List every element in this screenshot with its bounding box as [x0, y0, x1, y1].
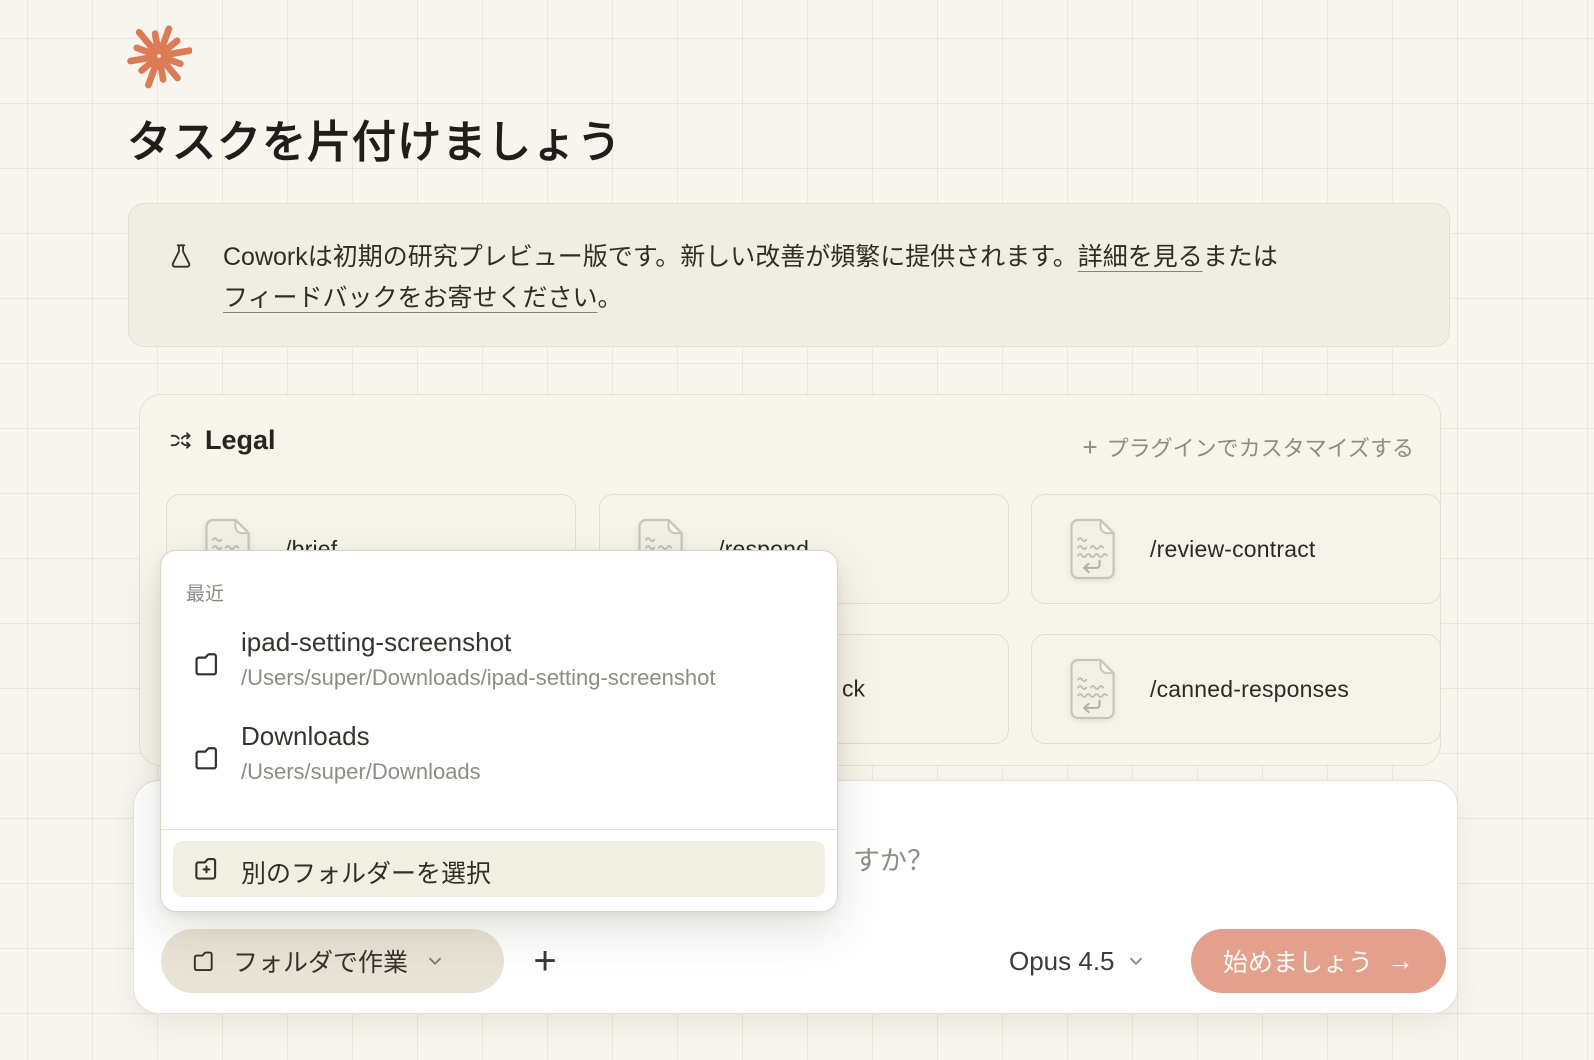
plus-icon: + [533, 939, 556, 984]
model-selector[interactable]: Opus 4.5 [1009, 929, 1147, 993]
workspace-title: Legal [205, 425, 276, 456]
command-label: /canned-responses [1150, 676, 1349, 703]
folder-path: /Users/super/Downloads [241, 759, 481, 785]
folder-menu-item-downloads[interactable]: Downloads /Users/super/Downloads [161, 713, 837, 807]
start-button[interactable]: 始めましょう → [1191, 929, 1446, 993]
send-feedback-link[interactable]: フィードバックをお寄せください [223, 284, 598, 312]
command-label: /review-contract [1150, 536, 1316, 563]
banner-line2-suffix: 。 [598, 284, 623, 312]
workspace-header: Legal [168, 425, 276, 456]
folder-icon [191, 649, 222, 680]
start-button-label: 始めましょう [1223, 943, 1373, 979]
command-card-review-contract[interactable]: /review-contract [1031, 494, 1441, 604]
starburst-icon [126, 23, 192, 89]
banner-line1-text: Coworkは初期の研究プレビュー版です。新しい改善が頻繁に提供されます。 [223, 243, 1078, 271]
folder-menu-item-ipad-setting-screenshot[interactable]: ipad-setting-screenshot /Users/super/Dow… [161, 619, 837, 713]
recent-section-label: 最近 [186, 579, 224, 606]
customize-plugins-label: プラグインでカスタマイズする [1107, 431, 1414, 463]
folder-path: /Users/super/Downloads/ipad-setting-scre… [241, 665, 715, 691]
document-return-icon [1064, 658, 1122, 720]
research-preview-banner: Coworkは初期の研究プレビュー版です。新しい改善が頻繁に提供されます。詳細を… [128, 203, 1450, 347]
page-title: タスクを片付けましょう [127, 106, 622, 170]
banner-text: Coworkは初期の研究プレビュー版です。新しい改善が頻繁に提供されます。詳細を… [223, 237, 1409, 319]
shuffle-icon [168, 428, 193, 453]
choose-other-folder-item[interactable]: 別のフォルダーを選択 [173, 841, 825, 897]
prompt-placeholder-fragment: すか？ [853, 839, 934, 878]
folder-name: Downloads [241, 721, 370, 752]
folder-icon [190, 948, 217, 975]
work-in-folder-button[interactable]: フォルダで作業 [161, 929, 504, 993]
document-return-icon [1064, 518, 1122, 580]
see-details-link[interactable]: 詳細を見る [1078, 243, 1203, 271]
choose-other-folder-label: 別のフォルダーを選択 [241, 854, 491, 890]
folder-name: ipad-setting-screenshot [241, 627, 511, 658]
chevron-down-icon [424, 950, 446, 972]
add-attachment-button[interactable]: + [513, 929, 577, 993]
command-card-canned-responses[interactable]: /canned-responses [1031, 634, 1441, 744]
model-label: Opus 4.5 [1009, 946, 1115, 977]
banner-line-2: フィードバックをお寄せください。 [223, 278, 1409, 319]
folder-plus-icon [191, 854, 221, 884]
page-root: タスクを片付けましょう Coworkは初期の研究プレビュー版です。新しい改善が頻… [0, 0, 1594, 1060]
arrow-right-icon: → [1387, 948, 1414, 975]
folder-icon [191, 743, 222, 774]
plus-icon: + [1082, 436, 1097, 458]
customize-plugins-button[interactable]: + プラグインでカスタマイズする [1082, 431, 1414, 463]
work-in-folder-label: フォルダで作業 [233, 943, 408, 979]
command-label-fragment: ck [842, 676, 865, 703]
chevron-down-icon [1125, 950, 1147, 972]
folder-picker-menu: 最近 ipad-setting-screenshot /Users/super/… [160, 550, 838, 912]
banner-line1-suffix: または [1203, 243, 1278, 271]
banner-line-1: Coworkは初期の研究プレビュー版です。新しい改善が頻繁に提供されます。詳細を… [223, 237, 1409, 278]
menu-divider [161, 829, 837, 830]
flask-icon [167, 242, 195, 270]
claude-starburst-logo[interactable] [126, 23, 192, 89]
